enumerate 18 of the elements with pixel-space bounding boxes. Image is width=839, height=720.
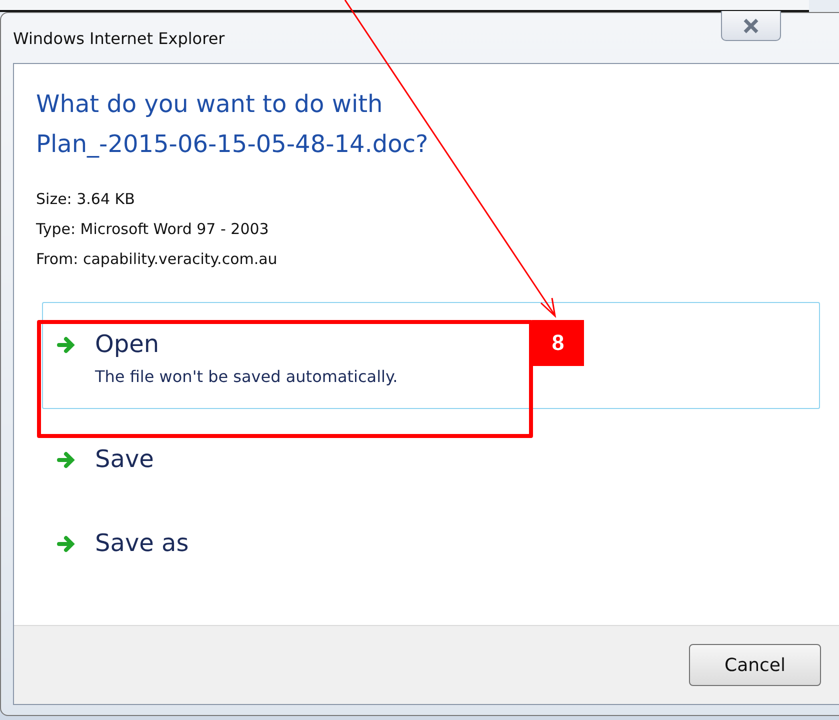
option-item[interactable]: Save as [42, 509, 820, 577]
option-item[interactable]: Save [42, 425, 820, 493]
option-label: Save as [95, 528, 189, 558]
file-detail: From: capability.veracity.com.au [36, 249, 278, 270]
option-description: The file won't be saved automatically. [95, 367, 398, 386]
annotation-badge: 8 [532, 320, 584, 366]
cancel-button[interactable]: Cancel [689, 644, 821, 686]
file-detail: Size: 3.64 KB [36, 189, 136, 210]
arrow-icon [57, 534, 77, 554]
window-title: Windows Internet Explorer [13, 28, 225, 48]
close-icon [742, 18, 760, 34]
option-label: Open [95, 329, 160, 359]
close-button[interactable] [721, 11, 781, 41]
option-label: Save [95, 444, 154, 474]
file-detail: Type: Microsoft Word 97 - 2003 [36, 219, 270, 240]
arrow-icon [57, 450, 77, 470]
arrow-icon [57, 335, 77, 355]
dialog-heading: What do you want to do with Plan_-2015-06-15-05-48-14.doc? [36, 89, 430, 160]
